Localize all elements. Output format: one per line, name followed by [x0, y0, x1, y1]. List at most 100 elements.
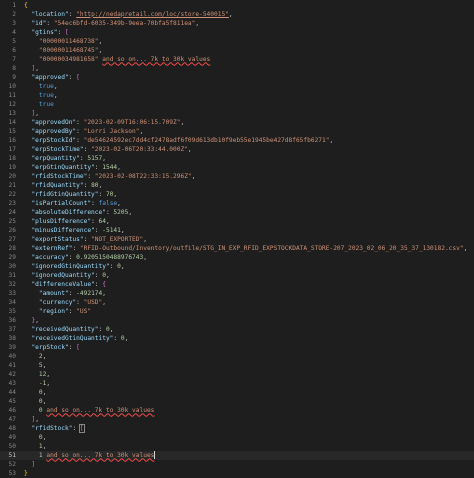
- code-line[interactable]: 10 true,: [0, 82, 474, 91]
- line-number: 38: [8, 334, 16, 342]
- code-line[interactable]: 28 "externRef": "RFID-Outbound/Inventory…: [0, 244, 474, 253]
- code-token: "plusDifference": [31, 217, 92, 225]
- code-text: 2,: [24, 352, 46, 361]
- code-line[interactable]: 3 "id": "54ec6bfd-6035-349b-9eea-70bfa5f…: [0, 19, 474, 28]
- code-token: :: [87, 172, 95, 180]
- code-line[interactable]: 32 "differenceValue": {: [0, 280, 474, 289]
- code-token: "NOT_EXPORTED": [91, 235, 144, 243]
- code-token: ,: [329, 136, 334, 144]
- code-line[interactable]: 1{: [0, 1, 474, 10]
- code-line[interactable]: 27 "exportStatus": "NOT_EXPORTED",: [0, 235, 474, 244]
- code-line[interactable]: 22 "rfidGtinQuantity": 70,: [0, 190, 474, 199]
- code-line[interactable]: 16 "erpStockId": "de54624592ec7dd4cf2478…: [0, 136, 474, 145]
- code-line[interactable]: 34 "currency": "USD",: [0, 298, 474, 307]
- code-line[interactable]: 33 "amount": -492174,: [0, 289, 474, 298]
- code-token: "US": [76, 307, 92, 315]
- code-line[interactable]: 37 "receivedQuantity": 0,: [0, 325, 474, 334]
- code-token: "2023-02-06T20:33:44.000Z": [91, 145, 188, 153]
- code-text: }: [24, 469, 28, 478]
- code-token: "rfidStock": [31, 424, 73, 432]
- code-token: and so on... 7k to 30k values: [46, 451, 155, 459]
- code-line[interactable]: 9 "approved": [: [0, 73, 474, 82]
- line-number: 24: [8, 208, 16, 216]
- code-token: ,: [102, 289, 106, 297]
- code-text: "erpStock": [: [24, 343, 79, 352]
- code-line[interactable]: 30 "ignoredGtinQuantity": 0,: [0, 262, 474, 271]
- code-line[interactable]: 41 5,: [0, 361, 474, 370]
- code-token: true: [38, 82, 54, 90]
- code-line[interactable]: 21 "rfidQuantity": 80,: [0, 181, 474, 190]
- code-token: "exportStatus": [31, 235, 84, 243]
- code-text: "ignoredGtinQuantity": 0,: [24, 262, 124, 271]
- code-line[interactable]: 18 "erpQuantity": 5157,: [0, 154, 474, 163]
- code-line[interactable]: 23 "isPartialCount": false,: [0, 199, 474, 208]
- code-line[interactable]: 24 "absoluteDifference": 5205,: [0, 208, 474, 217]
- code-line[interactable]: 48 "rfidStock": [: [0, 423, 474, 433]
- code-line[interactable]: 25 "plusDifference": 64,: [0, 217, 474, 226]
- code-line[interactable]: 14 "approvedOn": "2023-02-09T16:06:15.70…: [0, 118, 474, 127]
- code-text: "differenceValue": {: [24, 280, 106, 289]
- line-number: 11: [8, 91, 16, 99]
- code-line[interactable]: 35 "region": "US": [0, 307, 474, 316]
- code-token: "rfidStockTime": [31, 172, 88, 180]
- code-line[interactable]: 46 0 and so on... 7k to 30k values: [0, 406, 474, 415]
- code-line[interactable]: 49 0,: [0, 433, 474, 442]
- code-line[interactable]: 39 "erpStock": [: [0, 343, 474, 352]
- code-line[interactable]: 26 "minusDifference": -5141,: [0, 226, 474, 235]
- code-line[interactable]: 11 true,: [0, 91, 474, 100]
- code-token: ,: [105, 271, 110, 279]
- code-editor[interactable]: 1{2 "location": "http://nedapretail.com/…: [0, 0, 474, 478]
- code-line[interactable]: 42 12,: [0, 370, 474, 379]
- code-token: {: [24, 1, 28, 9]
- code-token: :: [113, 334, 121, 342]
- code-line[interactable]: 47 ],: [0, 415, 474, 424]
- code-line[interactable]: 7 "00000034981658" and so on... 7k to 30…: [0, 55, 474, 64]
- code-line[interactable]: 6 "00000011468745",: [0, 46, 474, 55]
- code-token: ,: [191, 172, 196, 180]
- code-line[interactable]: 8 ],: [0, 64, 474, 73]
- code-line[interactable]: 38 "receivedGtinQuantity": 0,: [0, 334, 474, 343]
- code-text: -1,: [24, 379, 50, 388]
- code-line[interactable]: 12 true: [0, 100, 474, 109]
- code-line[interactable]: 5 "00000011468738",: [0, 37, 474, 46]
- code-line[interactable]: 31 "ignoredQuantity": 0,: [0, 271, 474, 280]
- code-line[interactable]: 19 "erpGtinQuantity": 1544,: [0, 163, 474, 172]
- code-token: "erpGtinQuantity": [31, 163, 95, 171]
- code-token: :: [76, 298, 84, 306]
- code-text: "gtins": [: [24, 28, 68, 37]
- code-token: :: [46, 19, 54, 27]
- code-token: ,: [53, 82, 58, 90]
- code-line[interactable]: 20 "rfidStockTime": "2023-02-08T22:33:15…: [0, 172, 474, 181]
- code-line[interactable]: 17 "erpStockTime": "2023-02-06T20:33:44.…: [0, 145, 474, 154]
- code-line[interactable]: 2 "location": "http://nedapretail.com/lo…: [0, 10, 474, 19]
- code-line[interactable]: 4 "gtins": [: [0, 28, 474, 37]
- code-line[interactable]: 43 -1,: [0, 379, 474, 388]
- line-number: 17: [8, 145, 16, 153]
- code-line[interactable]: 44 0,: [0, 388, 474, 397]
- code-line[interactable]: 45 0,: [0, 397, 474, 406]
- code-line[interactable]: 53}: [0, 469, 474, 478]
- code-token: ,: [187, 145, 192, 153]
- code-text: 12,: [24, 370, 50, 379]
- code-text: "isPartialCount": false,: [24, 199, 120, 208]
- code-token: "erpStock": [31, 343, 69, 351]
- code-text: 0,: [24, 433, 46, 442]
- line-number: 21: [8, 181, 16, 189]
- code-line[interactable]: 52 ]: [0, 460, 474, 469]
- line-number: 29: [8, 253, 16, 261]
- code-token: ,: [35, 415, 39, 423]
- code-line[interactable]: 50 1,: [0, 442, 474, 451]
- code-line[interactable]: 36 },: [0, 316, 474, 325]
- code-line[interactable]: 51 1 and so on... 7k to 30k values: [0, 450, 474, 460]
- code-text: "00000011468738",: [24, 37, 102, 46]
- code-text: "approved": [: [24, 73, 79, 82]
- code-token: "currency": [38, 298, 77, 306]
- code-line[interactable]: 13 ],: [0, 109, 474, 118]
- code-line[interactable]: 29 "accuracy": 0.9205150488976743,: [0, 253, 474, 262]
- code-text: true,: [24, 82, 58, 91]
- code-line[interactable]: 15 "approvedBy": "Lorri Jackson",: [0, 127, 474, 136]
- code-line[interactable]: 40 2,: [0, 352, 474, 361]
- code-token: ,: [128, 208, 133, 216]
